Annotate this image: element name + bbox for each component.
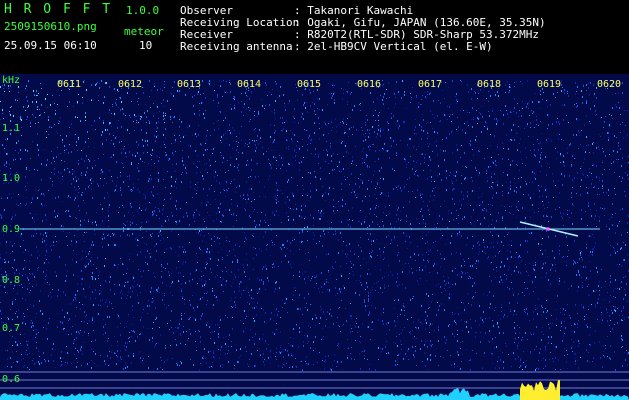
meteor-label: meteor bbox=[124, 25, 164, 38]
time-label-0612: 0612 bbox=[118, 79, 143, 90]
time-label-0616: 0616 bbox=[357, 79, 382, 90]
spectrogram bbox=[0, 74, 629, 400]
freq-label-1.1: 1.1 bbox=[2, 123, 21, 134]
meteor-head bbox=[546, 227, 550, 231]
time-label-0618: 0618 bbox=[477, 79, 502, 90]
freq-label-0.8: 0.8 bbox=[2, 275, 21, 286]
time-label-0613: 0613 bbox=[177, 79, 202, 90]
freq-label-0.9: 0.9 bbox=[2, 224, 21, 235]
time-label-0617: 0617 bbox=[418, 79, 443, 90]
app-title: H R O F F T bbox=[4, 2, 113, 17]
meteor-count: 10 bbox=[139, 39, 153, 52]
time-label-0619: 0619 bbox=[537, 79, 562, 90]
antenna-label: Receiving antenna bbox=[180, 40, 293, 53]
time-label-0620: 0620 bbox=[597, 79, 622, 90]
freq-label-1.0: 1.0 bbox=[2, 173, 21, 184]
freq-label-0.7: 0.7 bbox=[2, 323, 21, 334]
app-version: 1.0.0 bbox=[126, 4, 160, 17]
file-name: 2509150610.png bbox=[4, 20, 97, 33]
freq-label-0.6: 0.6 bbox=[2, 374, 21, 385]
datetime: 25.09.15 06:10 bbox=[4, 39, 97, 52]
time-label-0615: 0615 bbox=[297, 79, 322, 90]
time-label-0614: 0614 bbox=[237, 79, 262, 90]
antenna-value: : 2el-HB9CV Vertical (el. E-W) bbox=[294, 40, 493, 53]
freq-unit-label: kHz bbox=[2, 75, 21, 86]
time-label-0611: 0611 bbox=[57, 79, 82, 90]
hrofft-window: H R O F F T 1.0.0 2509150610.png meteor … bbox=[0, 0, 629, 400]
